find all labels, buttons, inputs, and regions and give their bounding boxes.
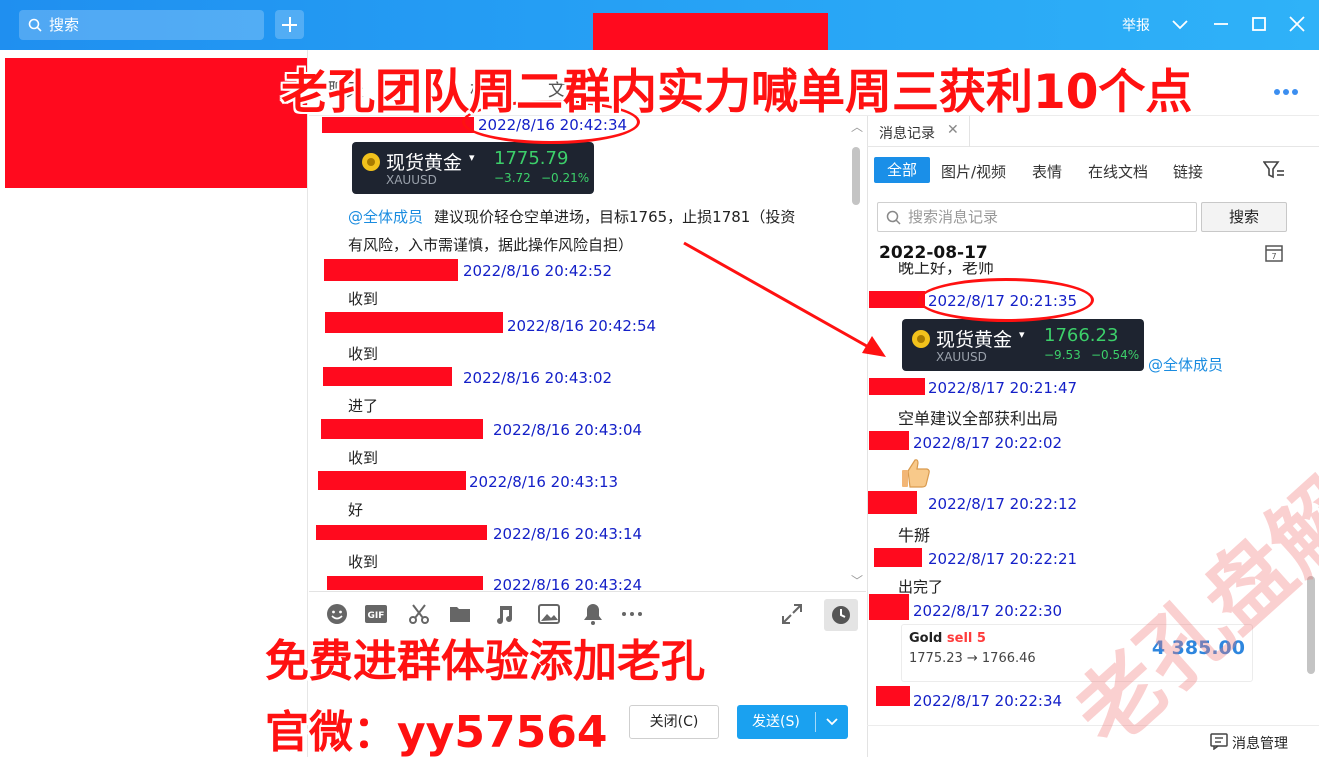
headline-banner: 老孔团队周二群内实力喊单周三获利10个点	[281, 65, 1193, 120]
promo-line-2: 官微：yy57564	[265, 707, 608, 757]
promo-line-1: 免费进群体验添加老孔	[265, 636, 705, 687]
app-window: { "titlebar": { "search_placeholder": "搜…	[0, 0, 1319, 757]
